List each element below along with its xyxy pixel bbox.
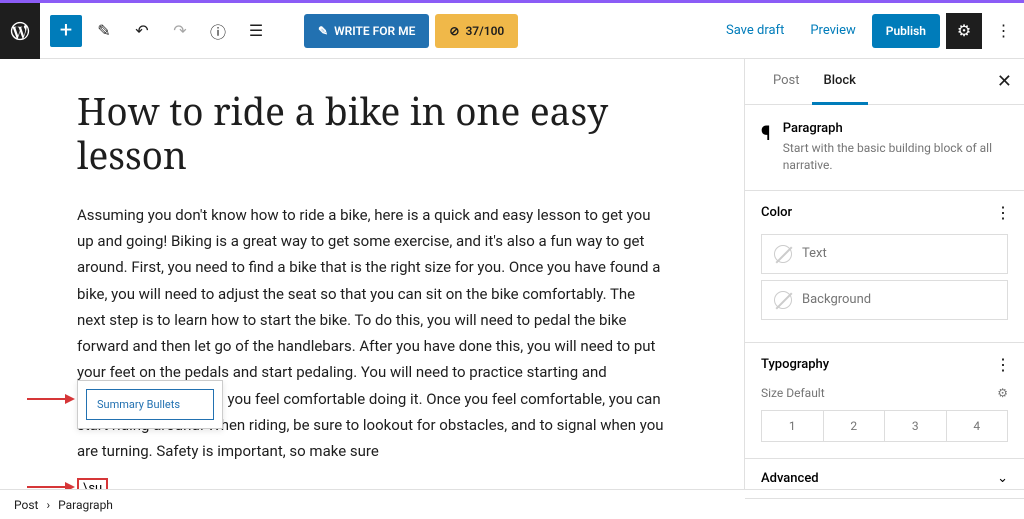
no-color-icon (774, 245, 792, 263)
label: Color (761, 205, 792, 220)
label: Background (802, 292, 871, 307)
outline-icon[interactable]: ☰ (240, 15, 272, 47)
label: WRITE FOR ME (334, 24, 415, 38)
publish-button[interactable]: Publish (872, 14, 940, 48)
more-icon: ⋮ (995, 203, 1008, 222)
size-4[interactable]: 4 (947, 411, 1008, 441)
info-icon[interactable]: ⓘ (202, 15, 234, 47)
background-color-row[interactable]: Background (761, 280, 1008, 320)
slash-trigger[interactable]: \su (77, 478, 108, 489)
preview-link[interactable]: Preview (800, 17, 865, 44)
edit-icon[interactable]: ✎ (88, 15, 120, 47)
paragraph-icon: ¶ (761, 121, 771, 174)
summary-bullets-option[interactable]: Summary Bullets (86, 389, 214, 420)
text-color-row[interactable]: Text (761, 234, 1008, 274)
annotation-arrow (27, 486, 73, 488)
size-1[interactable]: 1 (762, 411, 824, 441)
size-3[interactable]: 3 (885, 411, 947, 441)
size-segment: 1 2 3 4 (761, 410, 1008, 442)
advanced-panel-header[interactable]: Advanced ⌄ (745, 459, 1024, 498)
label: Default (786, 386, 824, 400)
autocomplete-popup: Summary Bullets (77, 380, 223, 429)
label: Size (761, 386, 783, 400)
block-name: Paragraph (783, 121, 1008, 136)
size-2[interactable]: 2 (824, 411, 886, 441)
tab-post[interactable]: Post (761, 59, 812, 104)
undo-icon[interactable]: ↶ (126, 15, 158, 47)
settings-sidebar: Post Block ✕ ¶ Paragraph Start with the … (744, 59, 1024, 489)
wordpress-logo[interactable] (0, 3, 40, 59)
settings-button[interactable]: ⚙ (946, 13, 982, 49)
paragraph-block[interactable]: Assuming you don't know how to ride a bi… (77, 202, 667, 465)
redo-icon[interactable]: ↷ (164, 15, 196, 47)
add-block-button[interactable]: + (50, 15, 82, 47)
label: 37/100 (465, 24, 504, 38)
more-icon: ⋮ (995, 355, 1008, 374)
sliders-icon[interactable]: ⚙ (997, 386, 1008, 400)
tab-block[interactable]: Block (812, 59, 868, 105)
label: Advanced (761, 471, 819, 486)
color-panel-header[interactable]: Color ⋮ (745, 191, 1024, 234)
label: Typography (761, 357, 829, 372)
block-desc: Start with the basic building block of a… (783, 140, 1008, 174)
editor-canvas[interactable]: How to ride a bike in one easy lesson As… (0, 59, 744, 489)
chevron-down-icon: ⌄ (997, 471, 1008, 486)
close-icon[interactable]: ✕ (997, 71, 1012, 92)
save-draft-link[interactable]: Save draft (716, 17, 794, 44)
write-for-me-button[interactable]: ✎ WRITE FOR ME (304, 14, 429, 48)
credits-button[interactable]: ⊘ 37/100 (435, 14, 518, 48)
no-color-icon (774, 291, 792, 309)
post-title[interactable]: How to ride a bike in one easy lesson (77, 89, 667, 178)
annotation-arrow (27, 398, 73, 400)
label: Text (802, 246, 827, 261)
more-menu[interactable]: ⋮ (988, 21, 1016, 40)
typography-panel-header[interactable]: Typography ⋮ (745, 343, 1024, 386)
